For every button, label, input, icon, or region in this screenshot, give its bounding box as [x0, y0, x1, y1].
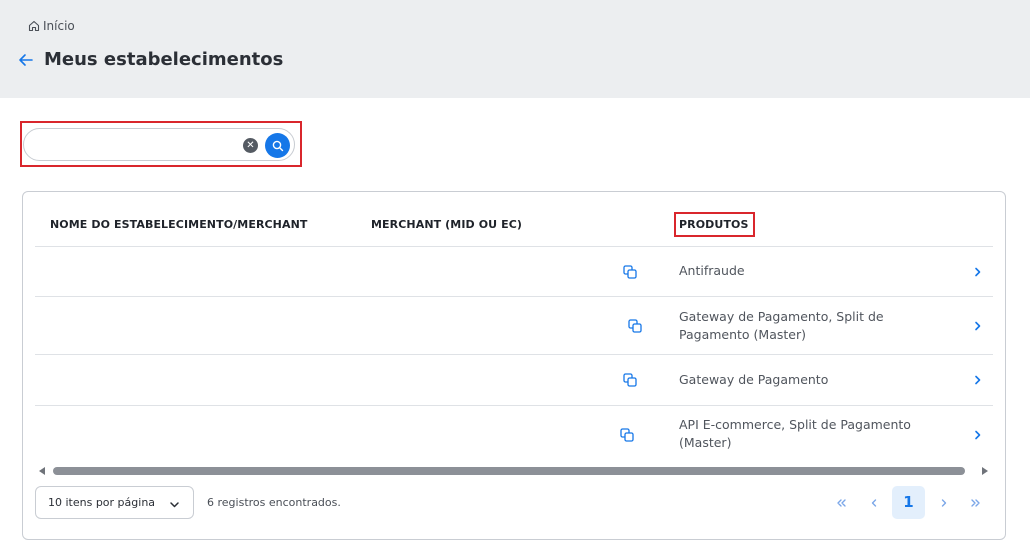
- horizontal-scrollbar[interactable]: [35, 466, 993, 476]
- scrollbar-thumb[interactable]: [53, 467, 965, 475]
- copy-icon[interactable]: [623, 265, 637, 279]
- products-line: API E-commerce, Split de Pagamento: [679, 417, 911, 432]
- scroll-left-arrow-icon[interactable]: [39, 467, 45, 475]
- products-cell: Gateway de Pagamento, Split de Pagamento…: [679, 308, 929, 344]
- table-row[interactable]: API E-commerce, Split de Pagamento (Mast…: [35, 405, 993, 463]
- products-line: Pagamento (Master): [679, 327, 806, 342]
- chevron-right-icon[interactable]: [973, 430, 983, 440]
- arrow-left-icon[interactable]: [18, 52, 34, 68]
- products-cell: API E-commerce, Split de Pagamento (Mast…: [679, 416, 929, 452]
- last-page-button[interactable]: [966, 486, 986, 519]
- first-page-button[interactable]: [831, 486, 851, 519]
- copy-icon[interactable]: [623, 373, 637, 387]
- close-circle-icon[interactable]: ✕: [243, 138, 258, 153]
- page-header: Início Meus estabelecimentos: [0, 0, 1030, 98]
- table-row[interactable]: Gateway de Pagamento: [35, 354, 993, 405]
- double-chevron-right-icon: [971, 498, 980, 507]
- chevron-down-icon: [170, 502, 179, 508]
- next-page-button[interactable]: [934, 486, 954, 519]
- products-line: Gateway de Pagamento, Split de: [679, 309, 884, 324]
- breadcrumb-home-label: Início: [43, 19, 75, 33]
- products-line: Gateway de Pagamento: [679, 372, 829, 387]
- search-icon: [272, 140, 283, 151]
- products-cell: Gateway de Pagamento: [679, 371, 929, 389]
- items-per-page-value: 10 itens por página: [48, 496, 156, 509]
- items-per-page-select[interactable]: 10 itens por página: [35, 486, 194, 519]
- double-chevron-left-icon: [837, 498, 846, 507]
- table-row[interactable]: Gateway de Pagamento, Split de Pagamento…: [35, 296, 993, 354]
- column-header-products: PRODUTOS: [679, 218, 749, 231]
- copy-icon[interactable]: [620, 428, 634, 442]
- chevron-right-icon[interactable]: [973, 267, 983, 277]
- column-header-name: NOME DO ESTABELECIMENTO/MERCHANT: [50, 218, 308, 231]
- chevron-right-icon[interactable]: [973, 375, 983, 385]
- column-header-merchant: MERCHANT (MID OU EC): [371, 218, 523, 231]
- chevron-right-icon[interactable]: [973, 321, 983, 331]
- records-count: 6 registros encontrados.: [207, 496, 341, 509]
- products-line: Antifraude: [679, 263, 745, 278]
- scroll-right-arrow-icon[interactable]: [982, 467, 988, 475]
- products-cell: Antifraude: [679, 262, 929, 280]
- table-row[interactable]: Antifraude: [35, 246, 993, 296]
- search-box: ✕: [23, 128, 295, 161]
- merchants-table-card: NOME DO ESTABELECIMENTO/MERCHANT MERCHAN…: [22, 191, 1006, 540]
- page-title: Meus estabelecimentos: [44, 49, 284, 70]
- chevron-left-icon: [871, 498, 877, 507]
- search-button[interactable]: [265, 133, 290, 158]
- copy-icon[interactable]: [628, 319, 642, 333]
- page-number-current[interactable]: 1: [892, 486, 925, 519]
- products-line: (Master): [679, 435, 732, 450]
- previous-page-button[interactable]: [864, 486, 884, 519]
- chevron-right-icon: [941, 498, 947, 507]
- breadcrumb-home[interactable]: Início: [28, 19, 75, 33]
- search-input[interactable]: [34, 135, 244, 155]
- home-icon: [28, 20, 40, 32]
